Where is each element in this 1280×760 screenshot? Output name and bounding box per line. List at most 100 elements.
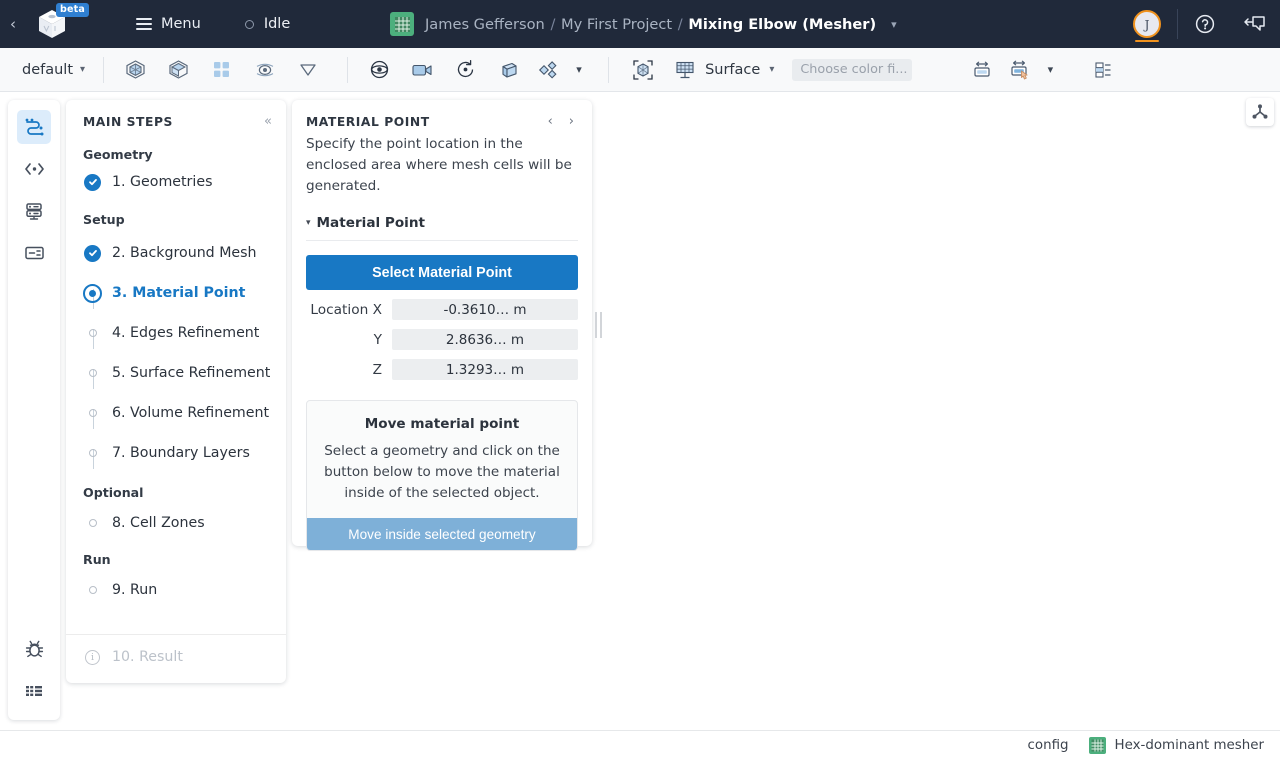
field-location-y: Y 2.8636… m (306, 329, 578, 351)
rail-item-workflow[interactable] (17, 110, 51, 144)
breadcrumb-text: James Gefferson / My First Project / Mix… (425, 16, 876, 33)
group-label-geometry: Geometry (83, 147, 153, 162)
field-value[interactable]: 1.3293… m (392, 359, 578, 381)
material-point-header: MATERIAL POINT ‹ › (306, 115, 578, 129)
legend-list-icon (1095, 61, 1111, 78)
box-icon (502, 62, 517, 78)
legend-list-button[interactable] (1081, 48, 1124, 92)
step-label: 7. Boundary Layers (112, 445, 250, 461)
header-right-tools: J (1119, 0, 1280, 48)
breadcrumb[interactable]: James Gefferson / My First Project / Mix… (390, 0, 897, 48)
clip-plane-icon (539, 60, 557, 79)
breadcrumb-user[interactable]: James Gefferson (425, 16, 545, 33)
visibility-eye-button[interactable] (358, 48, 401, 92)
step-label: 8. Cell Zones (112, 515, 205, 531)
axes-triad-button[interactable] (1246, 98, 1274, 126)
panel-splitter[interactable] (594, 312, 602, 338)
status-indicator: Idle (244, 16, 290, 32)
step-3-material-point[interactable]: 3. Material Point (66, 273, 286, 313)
clip-plane-button[interactable] (530, 48, 568, 92)
rail-item-debug[interactable] (17, 632, 51, 666)
list-table-icon (26, 686, 42, 696)
chevron-down-icon: ▾ (80, 64, 86, 75)
step-marker-todo (83, 329, 102, 337)
field-label: Z (372, 361, 382, 378)
step-6-volume-refinement[interactable]: 6. Volume Refinement (66, 393, 286, 433)
select-material-point-button[interactable]: Select Material Point (306, 255, 578, 291)
clip-plane-dropdown[interactable]: ▾ (568, 48, 590, 92)
orbit-rotate-button[interactable] (444, 48, 487, 92)
mesh-project-icon (390, 12, 414, 36)
material-point-panel: MATERIAL POINT ‹ › Specify the point loc… (292, 100, 592, 552)
menu-button[interactable]: Menu (136, 16, 201, 32)
move-inside-geometry-button[interactable]: Move inside selected geometry (307, 518, 577, 551)
step-7-boundary-layers[interactable]: 7. Boundary Layers (66, 433, 286, 473)
collapse-left-icon[interactable]: « (264, 115, 272, 128)
step-2-background-mesh[interactable]: 2. Background Mesh (66, 233, 286, 273)
card-text: Select a geometry and click on the butto… (324, 443, 560, 502)
resize-dropdown[interactable]: ▾ (1039, 48, 1061, 92)
filter-funnel-icon (299, 63, 316, 76)
cube-solid-button[interactable] (114, 48, 157, 92)
step-marker-todo (83, 369, 102, 377)
material-point-section-toggle[interactable]: ▾ Material Point (306, 215, 578, 242)
rail-item-table[interactable] (17, 674, 51, 708)
step-label: 3. Material Point (112, 285, 246, 301)
toolbar-divider-3 (608, 56, 610, 83)
step-9-run[interactable]: 9. Run (66, 573, 286, 607)
field-value[interactable]: 2.8636… m (392, 329, 578, 351)
feedback-arrow-icon (1244, 16, 1265, 31)
rail-item-code[interactable] (17, 152, 51, 186)
step-8-cell-zones[interactable]: 8. Cell Zones (66, 506, 286, 540)
color-field-placeholder: Choose color fi... (800, 62, 908, 77)
camera-button[interactable] (401, 48, 444, 92)
step-4-edges-refinement[interactable]: 4. Edges Refinement (66, 313, 286, 353)
chevron-down-icon: ▾ (576, 63, 582, 76)
code-icon (24, 163, 44, 175)
rail-item-console[interactable] (17, 236, 51, 270)
breadcrumb-project[interactable]: My First Project (561, 16, 672, 33)
resize-fit-button[interactable] (960, 48, 1003, 92)
main-steps-header: MAIN STEPS « (66, 100, 286, 129)
chevron-down-icon[interactable]: ▾ (891, 18, 897, 31)
avatar[interactable]: J (1119, 0, 1175, 48)
eye-contour-button[interactable] (243, 48, 286, 92)
field-value[interactable]: -0.3610… m (392, 299, 578, 321)
fit-to-view-icon (632, 59, 653, 80)
server-icon (26, 203, 42, 220)
mesher-status: Hex-dominant mesher (1088, 737, 1264, 754)
field-location-z: Z 1.3293… m (306, 359, 578, 381)
group-label-optional: Optional (83, 485, 144, 500)
display-mode-dropdown[interactable]: Surface ▾ (664, 48, 780, 92)
rail-item-server[interactable] (17, 194, 51, 228)
help-button[interactable] (1180, 0, 1230, 48)
step-5-surface-refinement[interactable]: 5. Surface Refinement (66, 353, 286, 393)
group-label-run: Run (83, 552, 111, 567)
step-marker-done (83, 244, 102, 262)
preset-dropdown[interactable]: default ▾ (22, 62, 85, 78)
cube-transparent-button[interactable] (157, 48, 200, 92)
field-label: Y (373, 331, 382, 348)
next-step-button[interactable]: › (569, 115, 574, 128)
app-logo[interactable]: beta (26, 0, 89, 48)
grid-blocks-icon (214, 62, 230, 77)
chevron-down-icon: ▾ (1047, 63, 1054, 76)
back-button[interactable]: ‹ (0, 0, 26, 48)
view-toolbar: default ▾ ▾ Surface ▾ Choose color fi...… (0, 48, 1280, 92)
visibility-eye-icon (370, 60, 389, 79)
resize-drag-button[interactable] (1003, 48, 1039, 92)
box-button[interactable] (487, 48, 530, 92)
filter-funnel-button[interactable] (286, 48, 329, 92)
color-field-select[interactable]: Choose color fi... (792, 58, 913, 81)
step-1-geometries[interactable]: 1. Geometries (66, 168, 286, 196)
step-marker-todo (83, 449, 102, 457)
page-title: MAIN STEPS (83, 115, 173, 129)
grid-blocks-button[interactable] (200, 48, 243, 92)
panel-title: MATERIAL POINT (306, 115, 430, 129)
eye-contour-icon (256, 63, 273, 76)
fit-to-view-button[interactable] (621, 48, 664, 92)
config-label[interactable]: config (1028, 738, 1069, 753)
prev-step-button[interactable]: ‹ (548, 115, 553, 128)
resize-drag-icon (1011, 60, 1028, 79)
feedback-button[interactable] (1230, 0, 1280, 48)
